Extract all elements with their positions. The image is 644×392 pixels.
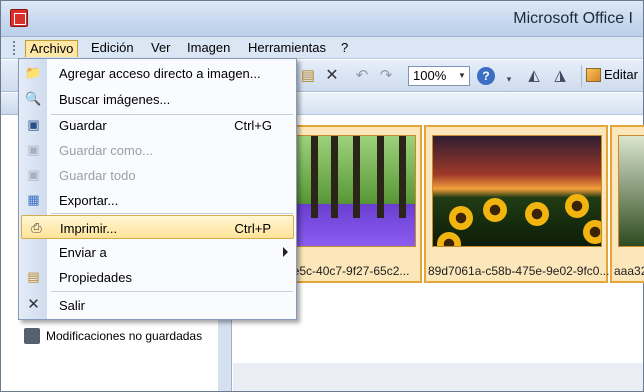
thumbnail-caption: aaa32 (614, 264, 644, 278)
submenu-arrow-icon (283, 247, 288, 257)
file-menu-add-shortcut[interactable]: 📁 Agregar acceso directo a imagen... (19, 61, 296, 85)
edit-button-label: Editar (604, 67, 638, 82)
file-menu: 📁 Agregar acceso directo a imagen... 🔍 B… (18, 58, 297, 320)
thumbnail-image-forest (290, 135, 416, 247)
menu-herramientas[interactable]: Herramientas (244, 40, 330, 57)
menubar-grip[interactable] (13, 41, 16, 55)
menu-bar: Archivo Edición Ver Imagen Herramientas … (1, 37, 643, 59)
thumbnail-item[interactable]: 89d7061a-c58b-475e-9e02-9fc0... (424, 125, 610, 283)
menu-separator (51, 213, 293, 214)
menu-ver[interactable]: Ver (147, 40, 175, 57)
menu-help[interactable]: ? (337, 40, 352, 57)
file-menu-save-all: ▣ Guardar todo (19, 163, 296, 187)
save-as-icon: ▣ (27, 142, 40, 157)
file-menu-save-as: ▣ Guardar como... (19, 138, 296, 162)
file-menu-properties[interactable]: ▤ Propiedades (19, 265, 296, 289)
zoom-value: 100% (413, 68, 447, 83)
file-menu-send-to[interactable]: Enviar a (19, 240, 296, 264)
file-menu-print[interactable]: ⎙ Imprimir... Ctrl+P (21, 215, 294, 239)
window-title: Microsoft Office I (513, 10, 633, 27)
toolbar-options-icon[interactable]: ▾ (500, 70, 518, 88)
redo-icon[interactable]: ↷ (377, 67, 395, 85)
export-icon: ▦ (27, 192, 40, 207)
printer-icon: ⎙ (31, 220, 42, 235)
thumbnail-view-footer (233, 363, 643, 391)
unsaved-changes-label: Modificaciones no guardadas (46, 329, 203, 343)
menu-separator (51, 291, 293, 292)
unsaved-changes-icon (24, 328, 40, 344)
thumbnail-item[interactable]: aaa32 (610, 125, 644, 283)
zoom-select[interactable]: 100% ▼ (408, 66, 470, 86)
app-icon[interactable] (10, 9, 28, 27)
edit-button[interactable]: Editar (581, 65, 642, 87)
undo-icon[interactable]: ↶ (353, 67, 371, 85)
edit-picture-icon (586, 68, 601, 82)
delete-icon[interactable]: ✕ (323, 67, 341, 85)
thumbnail-image-partial (618, 135, 644, 247)
thumbnail-image-sunflowers (432, 135, 602, 247)
chevron-down-icon[interactable]: ▼ (456, 68, 468, 84)
properties-icon: ▤ (27, 269, 40, 284)
menu-archivo[interactable]: Archivo (25, 40, 79, 57)
menu-imagen[interactable]: Imagen (183, 40, 234, 57)
rotate-right-icon[interactable]: ◮ (551, 67, 569, 85)
close-icon: ✕ (27, 296, 40, 313)
file-menu-save[interactable]: ▣ Guardar Ctrl+G (19, 113, 296, 137)
paste-icon[interactable]: ▤ (299, 67, 317, 85)
save-icon: ▣ (27, 117, 40, 132)
menu-edicion[interactable]: Edición (87, 40, 138, 57)
file-menu-exit[interactable]: ✕ Salir (19, 293, 296, 317)
rotate-left-icon[interactable]: ◭ (525, 67, 543, 85)
save-all-icon: ▣ (27, 167, 40, 182)
help-icon[interactable]: ? (477, 67, 495, 85)
title-bar: Microsoft Office I (1, 1, 643, 37)
thumbnail-caption: ee5c-40c7-9f27-65c2... (286, 264, 410, 278)
search-images-icon: 🔍 (25, 91, 42, 106)
thumbnail-item[interactable]: ee5c-40c7-9f27-65c2... (282, 125, 422, 283)
folder-add-icon: 📁 (25, 65, 42, 80)
file-menu-export[interactable]: ▦ Exportar... (19, 188, 296, 212)
file-menu-search-images[interactable]: 🔍 Buscar imágenes... (19, 87, 296, 111)
thumbnail-caption: 89d7061a-c58b-475e-9e02-9fc0... (428, 264, 610, 278)
